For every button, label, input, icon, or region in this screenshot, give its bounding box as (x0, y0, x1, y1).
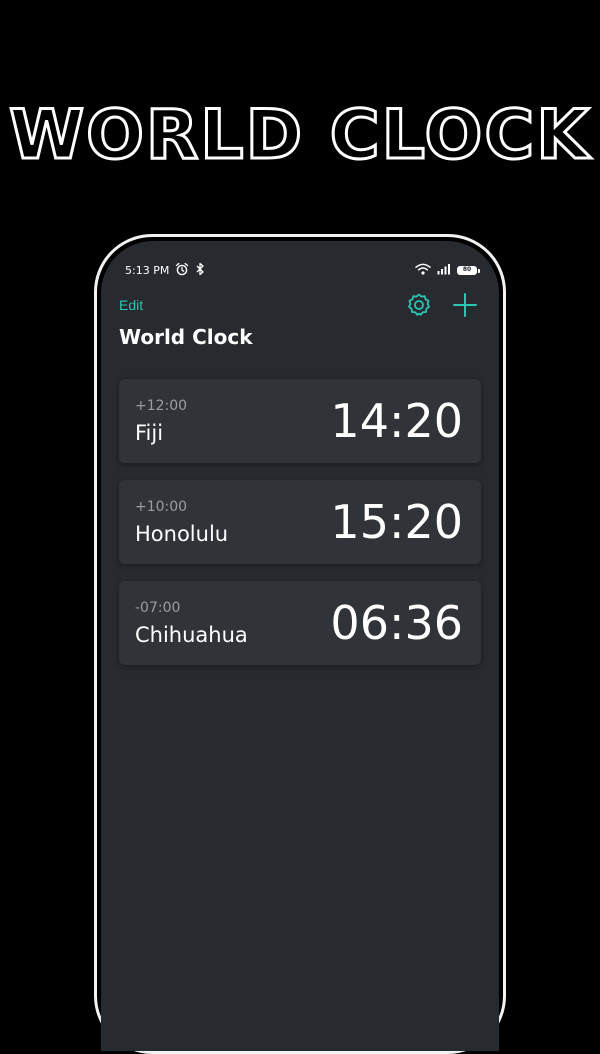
status-bar: 5:13 PM 80 (125, 261, 480, 279)
page-title: World Clock (119, 325, 253, 349)
clock-offset: -07:00 (135, 600, 181, 616)
clock-city: Chihuahua (135, 623, 248, 647)
battery-level: 80 (458, 266, 476, 274)
clock-card[interactable]: -07:00 Chihuahua 06:36 (119, 581, 481, 665)
status-time: 5:13 PM (125, 263, 170, 277)
wifi-icon (415, 263, 431, 278)
phone-frame: 5:13 PM 80 Edit World Clock +12:00 Fiji … (94, 234, 506, 1054)
battery-icon: 80 (457, 265, 480, 275)
bluetooth-icon (195, 262, 205, 279)
clock-city: Fiji (135, 421, 164, 445)
clock-time: 06:36 (330, 596, 463, 650)
banner-title: WORLD CLOCK (8, 95, 591, 177)
clock-time: 14:20 (330, 394, 463, 448)
header-actions (405, 291, 479, 319)
add-plus-icon[interactable] (451, 291, 479, 319)
settings-gear-icon[interactable] (405, 291, 433, 319)
edit-button[interactable]: Edit (119, 297, 143, 313)
clock-time: 15:20 (330, 495, 463, 549)
clock-card[interactable]: +12:00 Fiji 14:20 (119, 379, 481, 463)
alarm-icon (175, 262, 189, 279)
clock-city: Honolulu (135, 522, 229, 546)
clock-card[interactable]: +10:00 Honolulu 15:20 (119, 480, 481, 564)
app-screen: 5:13 PM 80 Edit World Clock +12:00 Fiji … (101, 241, 499, 1051)
clock-offset: +10:00 (135, 499, 188, 515)
clock-offset: +12:00 (135, 398, 188, 414)
signal-icon (437, 263, 451, 278)
status-left: 5:13 PM (125, 261, 205, 279)
status-right: 80 (415, 261, 480, 279)
clock-list: +12:00 Fiji 14:20 +10:00 Honolulu 15:20 … (119, 379, 481, 682)
